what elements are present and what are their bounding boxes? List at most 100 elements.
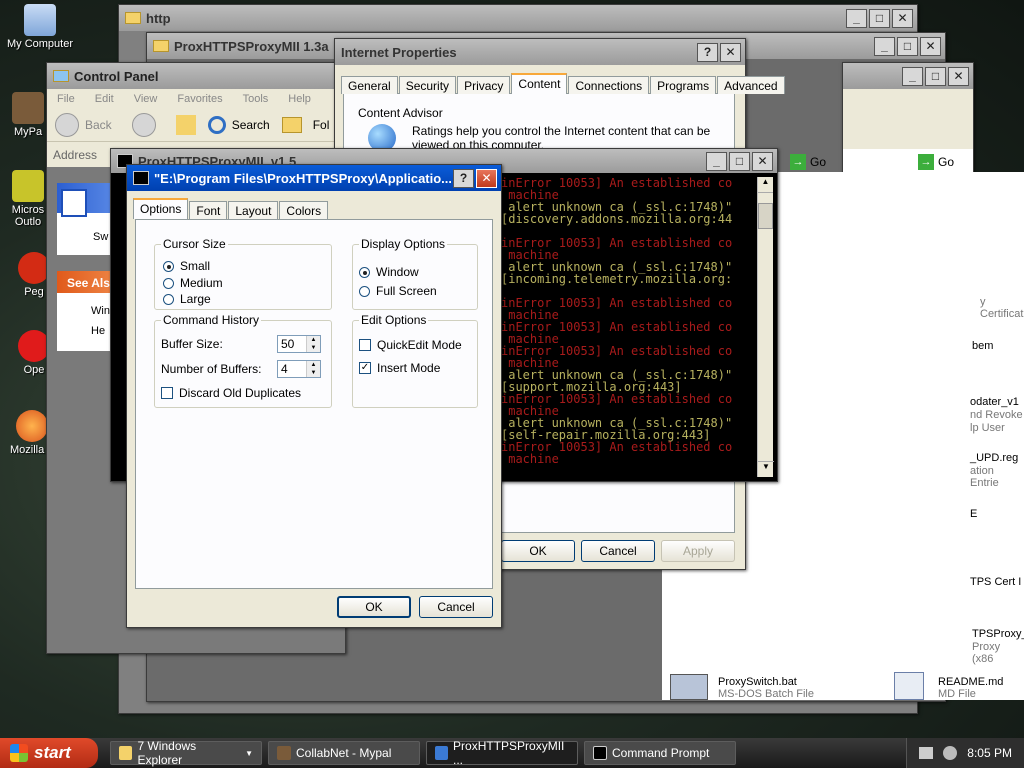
buffer-size-stepper[interactable]: 50 ▲ ▼ [277,335,321,353]
menu-help[interactable]: Help [288,93,311,105]
task-proxhttpsproxymii[interactable]: ProxHTTPSProxyMII ... [426,739,578,767]
maximize-button[interactable]: □ [869,8,890,28]
tab-programs[interactable]: Programs [650,76,717,94]
stepper-arrows[interactable]: ▲ ▼ [306,336,320,352]
sidebar-link-help[interactable]: He [91,325,105,337]
stepper-up-icon[interactable]: ▲ [307,361,320,369]
desktop-icon-my-computer[interactable]: My Computer [0,4,80,50]
file-item[interactable]: bem [972,340,993,352]
up-folder-icon[interactable] [175,115,196,135]
tab-security[interactable]: Security [398,76,457,94]
ok-button[interactable]: OK [501,540,575,562]
folders-icon[interactable] [281,117,302,133]
file-item[interactable]: _UPD.reg [970,452,1018,464]
file-item[interactable]: E [970,508,977,520]
explorer-right-titlebar[interactable]: _ □ ✕ [843,63,973,89]
close-button[interactable]: ✕ [752,151,773,171]
close-button[interactable]: ✕ [920,36,941,56]
maximize-button[interactable]: □ [897,36,918,56]
go-button-2[interactable]: → Go [918,154,954,170]
stepper-down-icon[interactable]: ▼ [307,344,320,352]
sidebar-link-windows[interactable]: Win [91,305,110,317]
menu-favorites[interactable]: Favorites [177,93,222,105]
file-item[interactable]: odater_v1 [970,396,1019,408]
console-output[interactable]: inError 10053] An established co machine… [501,177,757,477]
scroll-down-icon[interactable]: ▼ [758,461,774,477]
console-properties-titlebar[interactable]: "E:\Program Files\ProxHTTPSProxy\Applica… [127,165,501,191]
tab-connections[interactable]: Connections [568,76,650,94]
back-icon[interactable] [55,113,79,137]
insert-mode-checkbox[interactable]: ✓ Insert Mode [359,361,440,375]
tab-layout[interactable]: Layout [228,201,279,219]
radio-medium[interactable]: Medium [163,276,223,290]
tab-general[interactable]: General [341,76,398,94]
http-titlebar[interactable]: http _ □ ✕ [119,5,917,31]
ok-button[interactable]: OK [337,596,411,618]
menu-edit[interactable]: Edit [95,93,114,105]
menu-file[interactable]: File [57,93,75,105]
sidebar-link-switch[interactable]: Sw [93,231,108,243]
help-button[interactable]: ? [697,42,718,62]
minimize-button[interactable]: _ [846,8,867,28]
clock[interactable]: 8:05 PM [967,746,1012,760]
maximize-button[interactable]: □ [729,151,750,171]
tab-options[interactable]: Options [133,198,189,219]
scroll-up-icon[interactable]: ▲ [758,177,773,193]
menu-bar: File Edit View Favorites Tools Help [47,89,345,109]
task-windows-explorer[interactable]: 7 Windows Explorer ▼ [110,739,262,767]
menu-view[interactable]: View [134,93,158,105]
apply-button[interactable]: Apply [661,540,735,562]
minimize-button[interactable]: _ [902,66,923,86]
control-panel-titlebar[interactable]: Control Panel [47,63,345,89]
minimize-button[interactable]: _ [874,36,895,56]
tab-colors[interactable]: Colors [279,201,329,219]
console-scrollbar[interactable]: ▲ ▼ [757,177,774,477]
radio-full-screen[interactable]: Full Screen [359,284,437,298]
console-line: [discovery.addons.mozilla.org:44 [501,212,733,226]
num-buffers-stepper[interactable]: 4 ▲ ▼ [277,360,321,378]
cancel-button[interactable]: Cancel [419,596,493,618]
close-button[interactable]: ✕ [720,42,741,62]
file-item[interactable]: ProxySwitch.bat [718,676,797,688]
checkbox-box [359,339,371,351]
start-button[interactable]: start [0,738,98,768]
radio-window[interactable]: Window [359,265,419,279]
tab-privacy[interactable]: Privacy [457,76,511,94]
close-button[interactable]: ✕ [476,168,497,188]
search-icon[interactable] [207,116,226,134]
radio-small[interactable]: Small [163,259,210,273]
checkbox-label: Discard Old Duplicates [179,386,302,400]
menu-tools[interactable]: Tools [243,93,269,105]
back-label[interactable]: Back [85,118,112,132]
help-button[interactable]: ? [453,168,474,188]
radio-large[interactable]: Large [163,292,211,306]
tab-content[interactable]: Content [511,73,568,94]
close-button[interactable]: ✕ [892,8,913,28]
close-button[interactable]: ✕ [948,66,969,86]
tab-font[interactable]: Font [189,201,228,219]
internet-properties-titlebar[interactable]: Internet Properties ? ✕ [335,39,745,65]
file-item[interactable]: README.md [938,676,1003,688]
quickedit-checkbox[interactable]: QuickEdit Mode [359,338,462,352]
file-item[interactable]: TPS Cert I [970,576,1021,588]
forward-icon[interactable] [131,113,156,137]
search-label[interactable]: Search [232,118,270,132]
minimize-button[interactable]: _ [706,151,727,171]
task-command-prompt[interactable]: Command Prompt [584,741,736,765]
tray-icon[interactable] [943,746,958,760]
file-item[interactable]: TPSProxy_ [972,628,1024,640]
go-button[interactable]: → Go [790,154,826,170]
folders-label[interactable]: Fol [313,118,330,132]
stepper-down-icon[interactable]: ▼ [307,369,320,377]
scroll-thumb[interactable] [758,203,773,229]
stepper-arrows[interactable]: ▲ ▼ [306,361,320,377]
tab-advanced[interactable]: Advanced [717,76,785,94]
discard-duplicates-checkbox[interactable]: Discard Old Duplicates [161,386,301,400]
task-collabnet[interactable]: CollabNet - Mypal [268,741,420,765]
network-icon[interactable] [919,747,934,759]
stepper-up-icon[interactable]: ▲ [307,336,320,344]
maximize-button[interactable]: □ [925,66,946,86]
cancel-button[interactable]: Cancel [581,540,655,562]
file-item[interactable]: y Certificat [980,296,1024,320]
console-properties-dialog[interactable]: "E:\Program Files\ProxHTTPSProxy\Applica… [126,164,502,628]
